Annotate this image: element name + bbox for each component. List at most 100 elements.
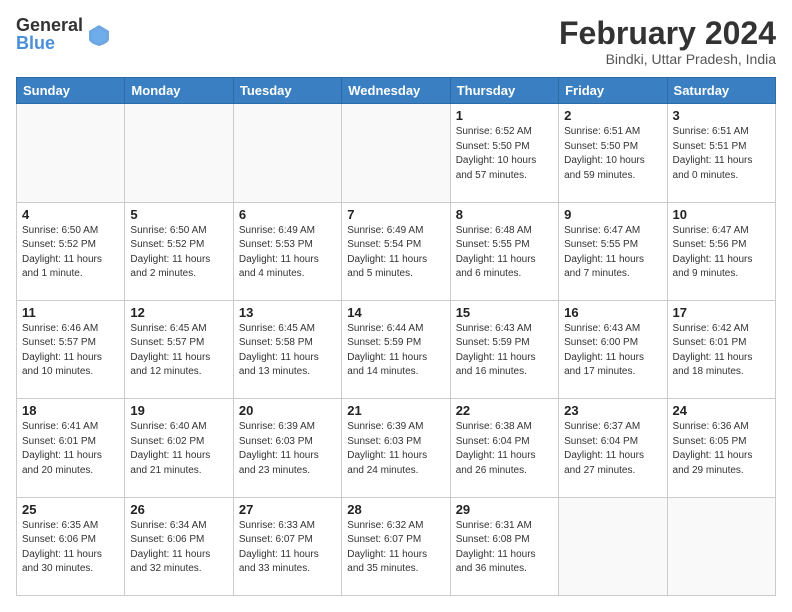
day-info: Sunrise: 6:32 AM Sunset: 6:07 PM Dayligh… (347, 519, 444, 577)
day-number: 28 (347, 502, 444, 517)
day-info: Sunrise: 6:38 AM Sunset: 6:04 PM Dayligh… (456, 420, 553, 478)
calendar-day-cell: 22 Sunrise: 6:38 AM Sunset: 6:04 PM Dayli… (450, 399, 558, 497)
day-info: Sunrise: 6:52 AM Sunset: 5:50 PM Dayligh… (456, 125, 553, 183)
calendar-header-cell: Monday (125, 78, 233, 104)
calendar-day-cell: 15 Sunrise: 6:43 AM Sunset: 5:59 PM Dayli… (450, 300, 558, 398)
calendar-day-cell: 10Sunrise: 6:47 AM Sunset: 5:56 PM Dayli… (667, 202, 775, 300)
day-number: 9 (564, 207, 661, 222)
calendar-day-cell (125, 104, 233, 202)
day-number: 12 (130, 305, 227, 320)
day-info: Sunrise: 6:49 AM Sunset: 5:54 PM Dayligh… (347, 224, 444, 282)
calendar-day-cell: 6 Sunrise: 6:49 AM Sunset: 5:53 PM Daylig… (233, 202, 341, 300)
calendar-day-cell: 2Sunrise: 6:51 AM Sunset: 5:50 PM Daylig… (559, 104, 667, 202)
calendar-week-row: 11 Sunrise: 6:46 AM Sunset: 5:57 PM Dayli… (17, 300, 776, 398)
calendar-week-row: 25 Sunrise: 6:35 AM Sunset: 6:06 PM Dayli… (17, 497, 776, 595)
calendar-day-cell: 11 Sunrise: 6:46 AM Sunset: 5:57 PM Dayli… (17, 300, 125, 398)
calendar-body: 1 Sunrise: 6:52 AM Sunset: 5:50 PM Daylig… (17, 104, 776, 596)
calendar-week-row: 18 Sunrise: 6:41 AM Sunset: 6:01 PM Dayli… (17, 399, 776, 497)
calendar-day-cell: 14 Sunrise: 6:44 AM Sunset: 5:59 PM Dayli… (342, 300, 450, 398)
calendar-header-cell: Wednesday (342, 78, 450, 104)
calendar-day-cell: 26Sunrise: 6:34 AM Sunset: 6:06 PM Dayli… (125, 497, 233, 595)
calendar-day-cell: 27 Sunrise: 6:33 AM Sunset: 6:07 PM Dayli… (233, 497, 341, 595)
calendar-day-cell: 29 Sunrise: 6:31 AM Sunset: 6:08 PM Dayli… (450, 497, 558, 595)
calendar-day-cell: 5 Sunrise: 6:50 AM Sunset: 5:52 PM Daylig… (125, 202, 233, 300)
day-info: Sunrise: 6:36 AM Sunset: 6:05 PM Dayligh… (673, 420, 770, 478)
calendar-header-cell: Friday (559, 78, 667, 104)
calendar-day-cell: 16 Sunrise: 6:43 AM Sunset: 6:00 PM Dayli… (559, 300, 667, 398)
calendar-day-cell: 4 Sunrise: 6:50 AM Sunset: 5:52 PM Daylig… (17, 202, 125, 300)
day-info: Sunrise: 6:45 AM Sunset: 5:58 PM Dayligh… (239, 322, 336, 380)
day-info: Sunrise: 6:33 AM Sunset: 6:07 PM Dayligh… (239, 519, 336, 577)
header: General Blue February 2024 Bindki, Uttar… (16, 16, 776, 67)
day-number: 6 (239, 207, 336, 222)
logo-text: General Blue (16, 16, 83, 52)
day-number: 2 (564, 108, 661, 123)
logo-general: General (16, 16, 83, 34)
calendar-day-cell: 13Sunrise: 6:45 AM Sunset: 5:58 PM Dayli… (233, 300, 341, 398)
day-info: Sunrise: 6:48 AM Sunset: 5:55 PM Dayligh… (456, 224, 553, 282)
day-info: Sunrise: 6:46 AM Sunset: 5:57 PM Dayligh… (22, 322, 119, 380)
day-number: 10 (673, 207, 770, 222)
day-info: Sunrise: 6:41 AM Sunset: 6:01 PM Dayligh… (22, 420, 119, 478)
day-info: Sunrise: 6:42 AM Sunset: 6:01 PM Dayligh… (673, 322, 770, 380)
logo: General Blue (16, 16, 111, 52)
day-number: 3 (673, 108, 770, 123)
title-area: February 2024 Bindki, Uttar Pradesh, Ind… (559, 16, 776, 67)
day-info: Sunrise: 6:39 AM Sunset: 6:03 PM Dayligh… (239, 420, 336, 478)
calendar-day-cell: 7 Sunrise: 6:49 AM Sunset: 5:54 PM Daylig… (342, 202, 450, 300)
day-info: Sunrise: 6:50 AM Sunset: 5:52 PM Dayligh… (130, 224, 227, 282)
calendar-week-row: 1 Sunrise: 6:52 AM Sunset: 5:50 PM Daylig… (17, 104, 776, 202)
calendar-day-cell: 23 Sunrise: 6:37 AM Sunset: 6:04 PM Dayli… (559, 399, 667, 497)
calendar-day-cell (667, 497, 775, 595)
calendar-header-cell: Tuesday (233, 78, 341, 104)
day-number: 21 (347, 403, 444, 418)
calendar-day-cell: 17 Sunrise: 6:42 AM Sunset: 6:01 PM Dayli… (667, 300, 775, 398)
day-number: 24 (673, 403, 770, 418)
day-number: 8 (456, 207, 553, 222)
day-info: Sunrise: 6:35 AM Sunset: 6:06 PM Dayligh… (22, 519, 119, 577)
logo-icon (87, 23, 111, 47)
calendar-day-cell (559, 497, 667, 595)
day-number: 22 (456, 403, 553, 418)
day-number: 1 (456, 108, 553, 123)
day-info: Sunrise: 6:39 AM Sunset: 6:03 PM Dayligh… (347, 420, 444, 478)
day-info: Sunrise: 6:43 AM Sunset: 6:00 PM Dayligh… (564, 322, 661, 380)
day-info: Sunrise: 6:43 AM Sunset: 5:59 PM Dayligh… (456, 322, 553, 380)
calendar-day-cell (233, 104, 341, 202)
day-number: 14 (347, 305, 444, 320)
day-number: 29 (456, 502, 553, 517)
day-info: Sunrise: 6:49 AM Sunset: 5:53 PM Dayligh… (239, 224, 336, 282)
calendar-header-row: SundayMondayTuesdayWednesdayThursdayFrid… (17, 78, 776, 104)
day-info: Sunrise: 6:37 AM Sunset: 6:04 PM Dayligh… (564, 420, 661, 478)
day-number: 4 (22, 207, 119, 222)
day-number: 15 (456, 305, 553, 320)
day-number: 25 (22, 502, 119, 517)
calendar-day-cell (17, 104, 125, 202)
day-number: 17 (673, 305, 770, 320)
day-number: 11 (22, 305, 119, 320)
day-number: 5 (130, 207, 227, 222)
day-number: 7 (347, 207, 444, 222)
day-number: 19 (130, 403, 227, 418)
day-number: 23 (564, 403, 661, 418)
day-info: Sunrise: 6:47 AM Sunset: 5:55 PM Dayligh… (564, 224, 661, 282)
day-info: Sunrise: 6:40 AM Sunset: 6:02 PM Dayligh… (130, 420, 227, 478)
calendar-day-cell: 8 Sunrise: 6:48 AM Sunset: 5:55 PM Daylig… (450, 202, 558, 300)
day-number: 16 (564, 305, 661, 320)
day-number: 18 (22, 403, 119, 418)
day-info: Sunrise: 6:44 AM Sunset: 5:59 PM Dayligh… (347, 322, 444, 380)
day-number: 26 (130, 502, 227, 517)
calendar-day-cell (342, 104, 450, 202)
day-number: 27 (239, 502, 336, 517)
calendar-day-cell: 9 Sunrise: 6:47 AM Sunset: 5:55 PM Daylig… (559, 202, 667, 300)
day-info: Sunrise: 6:31 AM Sunset: 6:08 PM Dayligh… (456, 519, 553, 577)
calendar-header-cell: Sunday (17, 78, 125, 104)
calendar-day-cell: 28 Sunrise: 6:32 AM Sunset: 6:07 PM Dayli… (342, 497, 450, 595)
calendar-day-cell: 1 Sunrise: 6:52 AM Sunset: 5:50 PM Daylig… (450, 104, 558, 202)
calendar-day-cell: 3Sunrise: 6:51 AM Sunset: 5:51 PM Daylig… (667, 104, 775, 202)
calendar-day-cell: 20Sunrise: 6:39 AM Sunset: 6:03 PM Dayli… (233, 399, 341, 497)
day-info: Sunrise: 6:50 AM Sunset: 5:52 PM Dayligh… (22, 224, 119, 282)
day-info: Sunrise: 6:45 AM Sunset: 5:57 PM Dayligh… (130, 322, 227, 380)
calendar-day-cell: 21 Sunrise: 6:39 AM Sunset: 6:03 PM Dayli… (342, 399, 450, 497)
calendar-day-cell: 18 Sunrise: 6:41 AM Sunset: 6:01 PM Dayli… (17, 399, 125, 497)
